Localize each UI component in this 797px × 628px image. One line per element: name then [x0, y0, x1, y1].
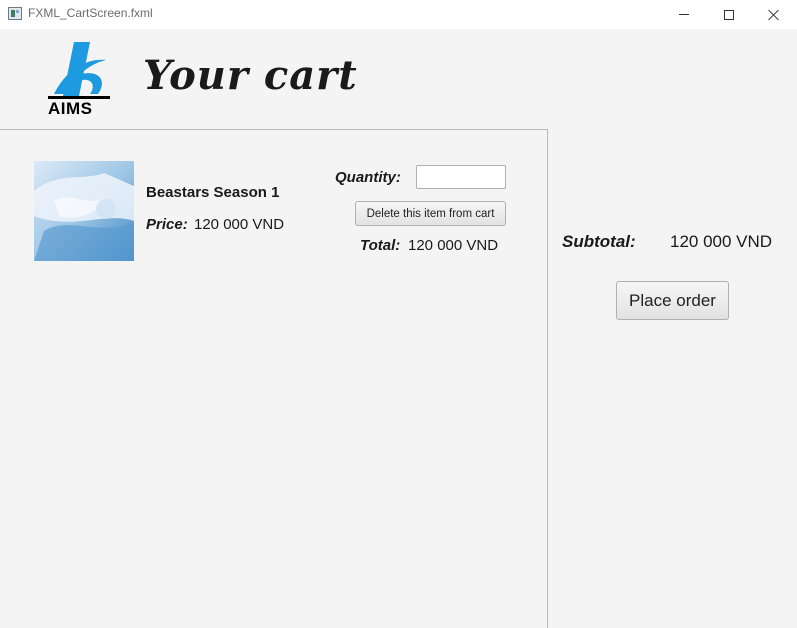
quantity-label: Quantity:	[335, 169, 401, 186]
close-icon	[768, 9, 780, 21]
order-summary-panel: Subtotal: 120 000 VND Place order	[548, 129, 797, 628]
minimize-button[interactable]	[661, 0, 707, 29]
place-order-button[interactable]: Place order	[616, 281, 729, 320]
maximize-icon	[724, 9, 734, 20]
item-thumbnail	[34, 161, 134, 261]
total-value: 120 000 VND	[408, 237, 499, 254]
subtotal-value: 120 000 VND	[670, 232, 773, 251]
page-title: Your cart	[143, 52, 358, 99]
subtotal-label: Subtotal:	[562, 232, 636, 251]
window-title: FXML_CartScreen.fxml	[28, 6, 153, 20]
cart-items-panel: Beastars Season 1 Price: 120 000 VND Qua…	[0, 129, 548, 628]
maximize-button[interactable]	[706, 0, 752, 29]
minimize-icon	[679, 14, 689, 15]
app-window-icon	[8, 7, 22, 20]
window-titlebar: FXML_CartScreen.fxml	[0, 0, 797, 29]
delete-item-button[interactable]: Delete this item from cart	[355, 201, 506, 226]
quantity-input[interactable]	[416, 165, 506, 189]
close-button[interactable]	[751, 0, 797, 29]
item-title: Beastars Season 1	[146, 184, 280, 201]
total-label: Total:	[360, 237, 401, 254]
logo-text: AIMS	[48, 99, 93, 118]
price-value: 120 000 VND	[194, 216, 285, 233]
price-label: Price:	[146, 216, 188, 233]
